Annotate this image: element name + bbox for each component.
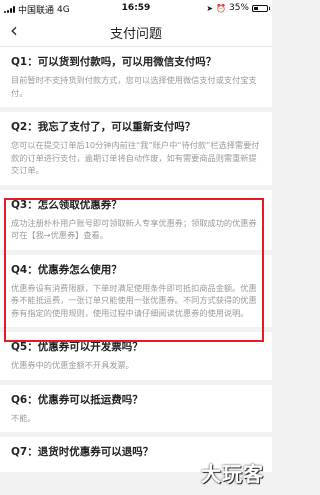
location-icon: ➤	[206, 3, 214, 13]
faq-answer: 优惠券中的优惠金额不开具发票。	[11, 360, 134, 370]
faq-item-6: Q6：优惠券可以抵运费吗？ 不能。	[0, 384, 272, 432]
battery-percent: 35%	[228, 3, 249, 13]
faq-item-4: Q4：优惠券怎么使用？ 优惠券设有消费限额，下单时满足使用条件即可抵扣商品金额。…	[0, 254, 272, 327]
faq-item-2: Q2：我忘了支付了，可以重新支付吗？ 您可以在提交订单后10分钟内前往“我”账户…	[0, 112, 272, 185]
faq-question: Q4：优惠券怎么使用？	[11, 263, 122, 276]
faq-question: Q7：退货时优惠券可以退吗？	[11, 446, 154, 458]
faq-answer: 您可以在提交订单后10分钟内前往“我”账户中“待付款”栏选择需要付款的订单进行支…	[11, 140, 260, 175]
faq-answer: 不能。	[11, 412, 36, 423]
status-right: ➤ ⏰ 35%	[206, 3, 270, 13]
faq-question: Q1：可以货到付款吗，可以用微信支付吗？	[11, 56, 217, 68]
faq-answer: 目前暂时不支持货到付款方式，您可以选择使用微信支付或支付宝支付。	[11, 75, 257, 98]
faq-answer: 成功注册朴朴用户账号即可领取新人专享优惠券；领取成功的优惠券可在【我→优惠券】查…	[11, 217, 257, 241]
battery-icon	[252, 4, 270, 12]
faq-item-3: Q3：怎么领取优惠券？ 成功注册朴朴用户账号即可领取新人专享优惠券；领取成功的优…	[0, 189, 272, 250]
faq-list[interactable]: Q1：可以货到付款吗，可以用微信支付吗？ 目前暂时不支持货到付款方式，您可以选择…	[0, 47, 272, 477]
alarm-icon: ⏰	[216, 3, 226, 13]
status-bar: 中国联通 4G 16:59 ➤ ⏰ 35%	[0, 0, 272, 16]
faq-answer: 优惠券设有消费限额，下单时满足使用条件即可抵扣商品金额。优惠券不能抵运费，一张订…	[11, 282, 257, 318]
faq-question: Q6：优惠券可以抵运费吗？	[11, 393, 143, 406]
faq-item-5: Q5：优惠券可以开发票吗？ 优惠券中的优惠金额不开具发票。	[0, 332, 272, 380]
faq-question: Q2：我忘了支付了，可以重新支付吗？	[11, 121, 196, 133]
faq-item-1: Q1：可以货到付款吗，可以用微信支付吗？ 目前暂时不支持货到付款方式，您可以选择…	[0, 47, 272, 107]
page-title: 支付问题	[109, 27, 162, 42]
faq-question: Q5：优惠券可以开发票吗？	[11, 341, 143, 353]
nav-bar: ‹ 支付问题	[0, 16, 272, 47]
watermark-logo: 大玩客	[201, 462, 264, 486]
faq-question: Q3：怎么领取优惠券？	[11, 198, 122, 211]
